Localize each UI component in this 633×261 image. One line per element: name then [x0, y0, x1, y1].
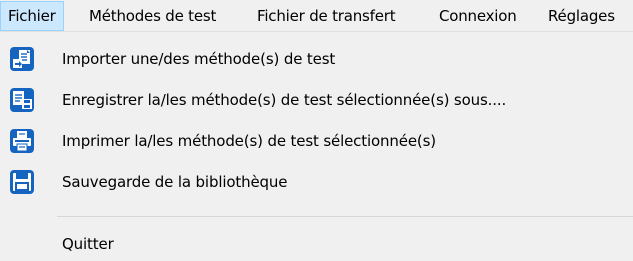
menu-item-label: Quitter — [62, 235, 114, 253]
menu-item-importer[interactable]: Importer une/des méthode(s) de test — [0, 42, 633, 76]
menu-item-enregistrer-sous[interactable]: Enregistrer la/les méthode(s) de test sé… — [0, 83, 633, 117]
menu-item-sauvegarde-bibliotheque[interactable]: Sauvegarde de la bibliothèque — [0, 165, 633, 199]
menu-fichier-de-transfert[interactable]: Fichier de transfert — [250, 1, 402, 31]
save-as-icon — [10, 88, 34, 112]
menu-fichier[interactable]: Fichier — [0, 1, 64, 31]
menu-item-imprimer[interactable]: Imprimer la/les méthode(s) de test sélec… — [0, 124, 633, 158]
menu-item-label: Imprimer la/les méthode(s) de test sélec… — [62, 132, 436, 150]
menu-item-quitter[interactable]: Quitter — [0, 227, 633, 261]
menu-item-label: Sauvegarde de la bibliothèque — [62, 173, 288, 191]
menu-methodes-de-test[interactable]: Méthodes de test — [82, 1, 223, 31]
menu-item-label: Importer une/des méthode(s) de test — [62, 50, 336, 68]
menu-separator — [57, 216, 633, 217]
menu-bar: Fichier Méthodes de test Fichier de tran… — [0, 0, 633, 32]
fichier-dropdown-menu: Importer une/des méthode(s) de test Enre… — [0, 32, 633, 261]
print-icon — [10, 129, 34, 153]
floppy-disk-icon — [10, 170, 34, 194]
menu-connexion[interactable]: Connexion — [432, 1, 524, 31]
menu-item-label: Enregistrer la/les méthode(s) de test sé… — [62, 91, 507, 109]
import-icon — [10, 47, 34, 71]
menu-reglages[interactable]: Réglages — [541, 1, 622, 31]
